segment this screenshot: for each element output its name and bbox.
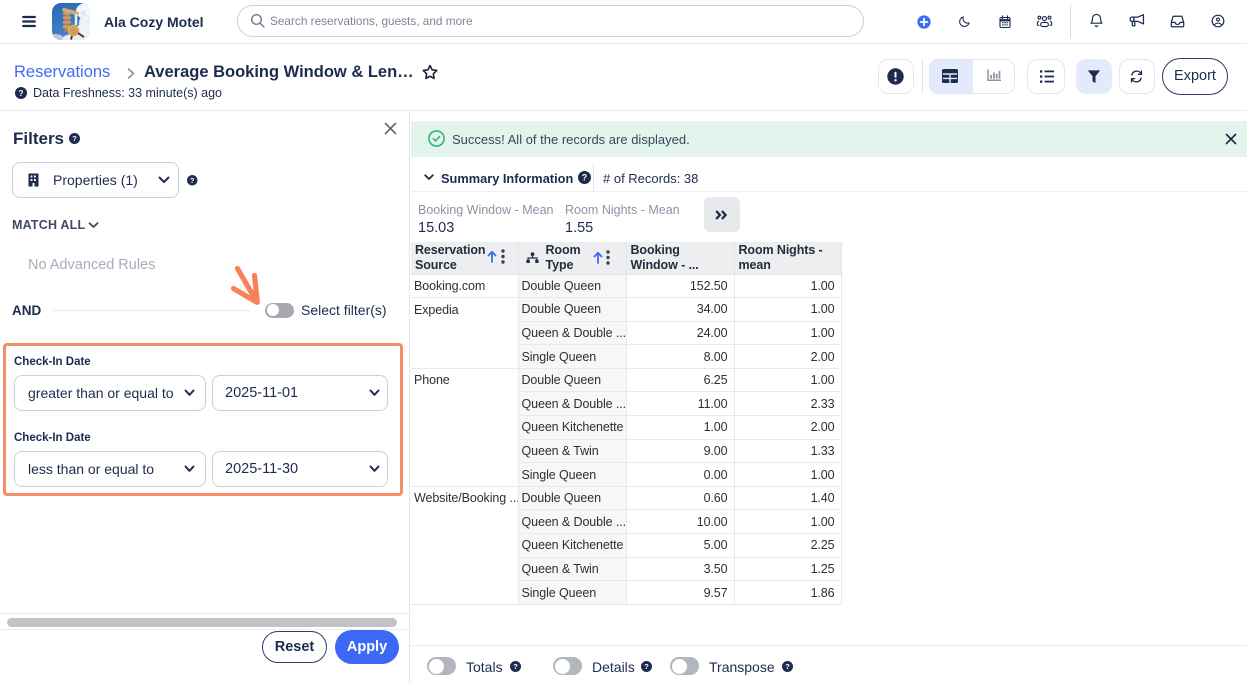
svg-text:?: ? xyxy=(785,662,790,671)
svg-text:?: ? xyxy=(18,89,23,98)
svg-text:?: ? xyxy=(644,662,649,671)
svg-text:?: ? xyxy=(513,662,518,671)
svg-text:?: ? xyxy=(582,173,587,183)
svg-text:?: ? xyxy=(190,176,194,185)
svg-text:?: ? xyxy=(72,134,77,143)
